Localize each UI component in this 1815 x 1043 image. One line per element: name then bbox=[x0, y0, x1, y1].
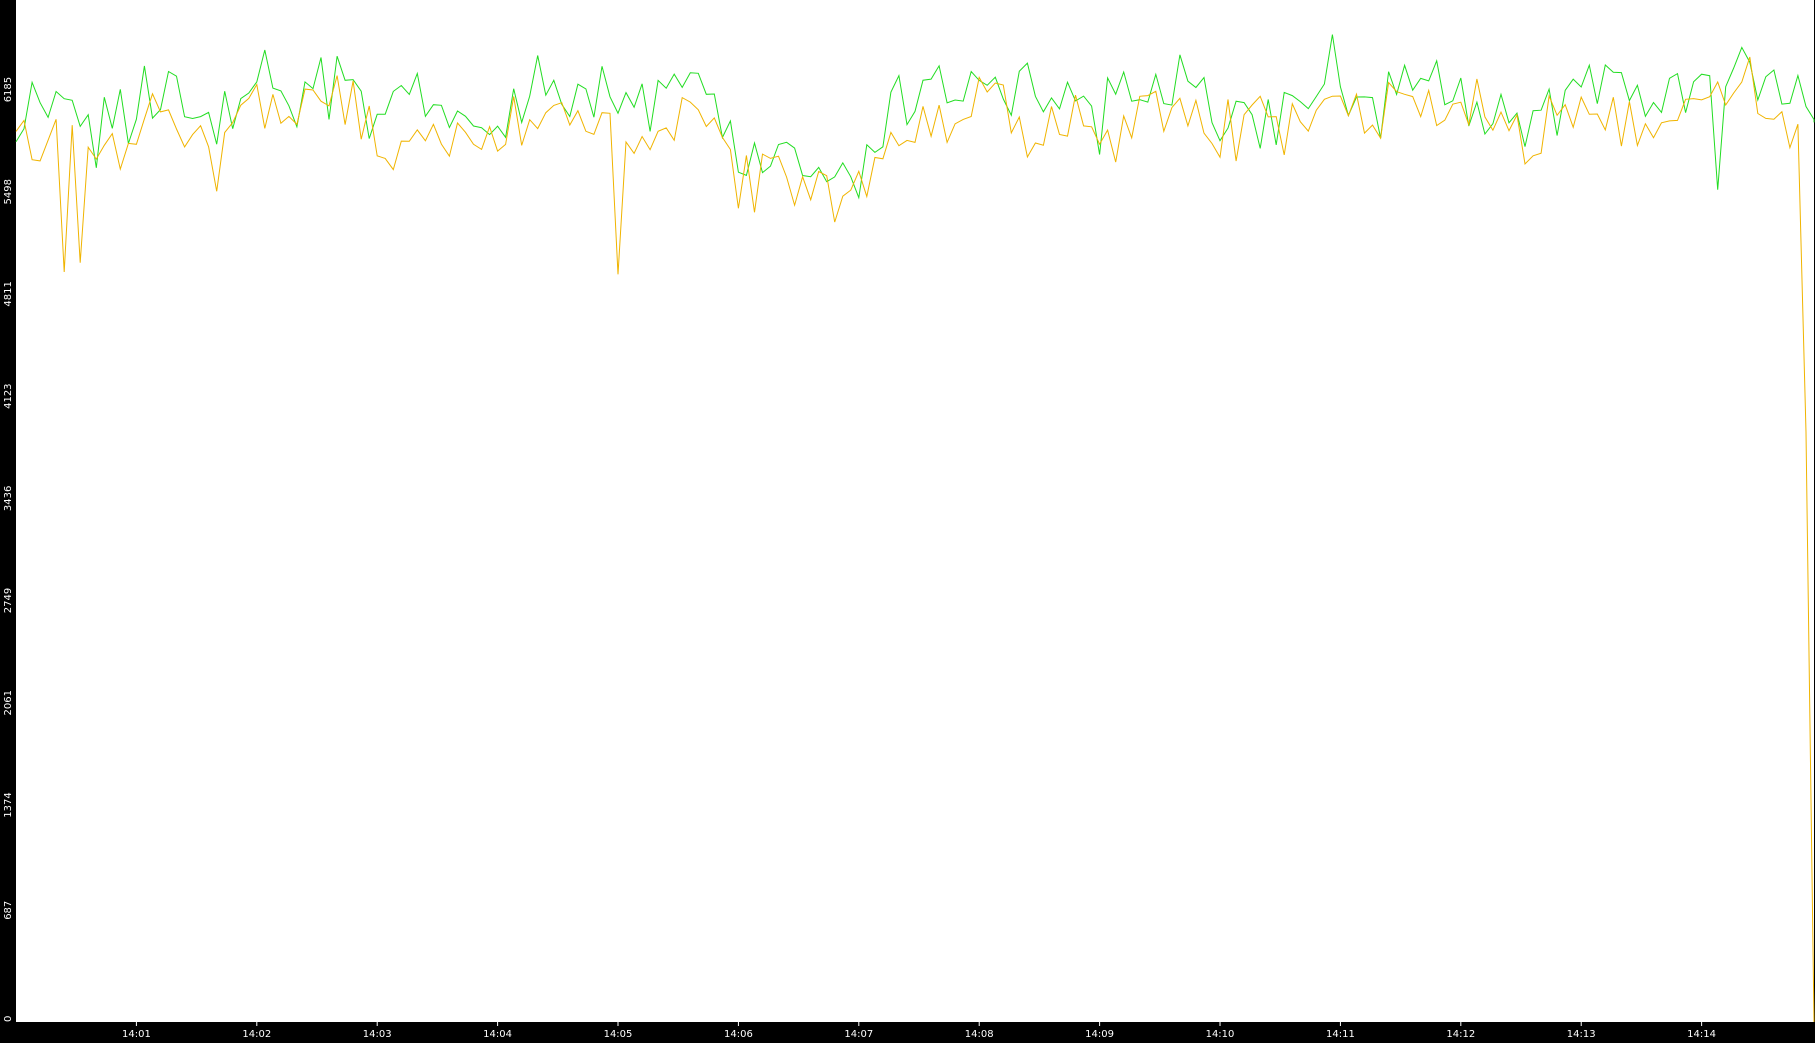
x-tick-label: 14:05 bbox=[604, 1029, 633, 1039]
x-tick-label: 14:08 bbox=[965, 1029, 994, 1039]
y-tick-label: 0 bbox=[3, 1016, 14, 1022]
y-tick-label: 3436 bbox=[3, 486, 14, 511]
y-tick-label: 6185 bbox=[3, 77, 14, 102]
x-tick-label: 14:04 bbox=[483, 1029, 512, 1039]
y-tick-label: 1374 bbox=[3, 792, 14, 817]
x-tick-label: 14:10 bbox=[1206, 1029, 1235, 1039]
x-tick-label: 14:11 bbox=[1326, 1029, 1355, 1039]
plot-area bbox=[16, 0, 1814, 1022]
chart-root: 0687137420612749343641234811549861856873… bbox=[0, 0, 1815, 1040]
x-tick-label: 14:12 bbox=[1446, 1029, 1475, 1039]
x-tick-label: 14:03 bbox=[363, 1029, 392, 1039]
y-tick-label: 687 bbox=[3, 901, 14, 920]
y-tick-label: 2749 bbox=[3, 588, 14, 613]
x-tick-label: 14:13 bbox=[1567, 1029, 1596, 1039]
y-tick-label: 5498 bbox=[3, 179, 14, 204]
x-tick-label: 14:14 bbox=[1687, 1029, 1716, 1039]
x-tick-label: 14:09 bbox=[1085, 1029, 1114, 1039]
x-tick-label: 14:01 bbox=[122, 1029, 151, 1039]
y-tick-label: 4811 bbox=[3, 281, 14, 306]
x-tick-label: 14:02 bbox=[242, 1029, 271, 1039]
y-tick-label: 4123 bbox=[3, 383, 14, 408]
x-tick-label: 14:06 bbox=[724, 1029, 753, 1039]
x-tick-label: 14:07 bbox=[844, 1029, 873, 1039]
line-chart: 0687137420612749343641234811549861856873… bbox=[0, 0, 1815, 1040]
y-tick-label: 2061 bbox=[3, 690, 14, 715]
